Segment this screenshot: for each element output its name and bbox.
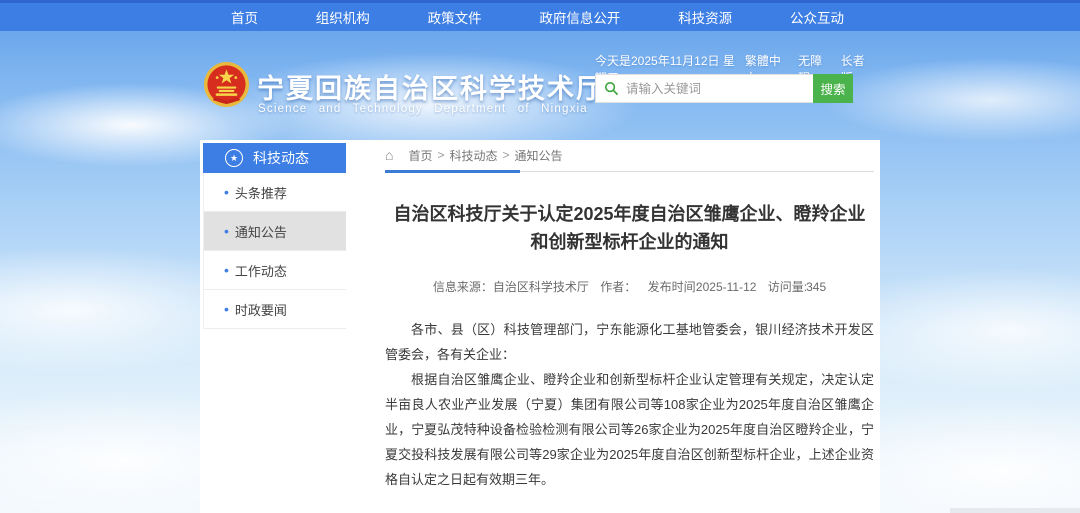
content-panel: ★ 科技动态 • 头条推荐 • 通知公告 • 工作动态: [200, 140, 880, 513]
sidebar-header: ★ 科技动态: [203, 143, 346, 173]
search-input[interactable]: [626, 82, 813, 96]
sidebar-menu: • 头条推荐 • 通知公告 • 工作动态 • 时政要闻: [203, 173, 346, 329]
breadcrumb-items: 首页 > 科技动态 > 通知公告: [398, 147, 562, 164]
article-title: 自治区科技厅关于认定2025年度自治区雏鹰企业、瞪羚企业 和创新型标杆企业的通知: [385, 200, 874, 256]
article-meta: 信息来源：自治区科学技术厅 作者： 发布时间:2025-11-12 访问量:34…: [385, 278, 874, 295]
breadcrumb-link[interactable]: 首页: [408, 147, 432, 164]
nav-item[interactable]: 首页: [225, 7, 264, 27]
sidebar: ★ 科技动态 • 头条推荐 • 通知公告 • 工作动态: [203, 143, 346, 329]
top-nav-bar: 首页 组织机构 政策文件 政府信息公开 科技资源 公众互动: [0, 3, 1080, 31]
sidebar-item-label: 头条推荐: [235, 183, 287, 202]
national-emblem-icon: [203, 61, 250, 108]
search-button[interactable]: 搜索: [813, 74, 853, 103]
national-emblem-logo: [203, 61, 250, 108]
article-paragraph: 各市、县（区）科技管理部门，宁东能源化工基地管委会，银川经济技术开发区管委会，各…: [385, 317, 874, 367]
sidebar-title: 科技动态: [253, 148, 309, 168]
site-title: 宁夏回族自治区科学技术厅: [257, 67, 605, 106]
nav-item[interactable]: 科技资源: [672, 7, 738, 27]
sidebar-item[interactable]: • 通知公告: [204, 212, 346, 251]
meta-author-label: 作者：: [600, 280, 636, 294]
search-icon: [604, 81, 619, 96]
main-column: ⌂ 首页 > 科技动态 > 通知公告: [385, 140, 874, 513]
footer-edge: [950, 508, 1080, 513]
sidebar-item-label: 通知公告: [235, 222, 287, 241]
bullet-icon: •: [224, 302, 229, 316]
meta-time-label: 发布时间:: [648, 280, 699, 294]
breadcrumb-divider-accent: [385, 170, 520, 173]
breadcrumb-segment: 首页: [398, 147, 432, 164]
search-box: 搜索: [595, 74, 853, 103]
home-icon: ⌂: [385, 147, 393, 163]
meta-time-value: 2025-11-12: [696, 280, 757, 294]
bullet-icon: •: [224, 263, 229, 277]
article-title-line2: 和创新型标杆企业的通知: [385, 228, 874, 256]
search-input-wrap: [595, 74, 813, 103]
sidebar-item[interactable]: • 头条推荐: [204, 173, 346, 212]
sidebar-item[interactable]: • 工作动态: [204, 251, 346, 290]
site-subtitle-en: Science and Technology Department of Nin…: [258, 103, 588, 115]
nav-items: 首页 组织机构 政策文件 政府信息公开 科技资源 公众互动: [225, 3, 850, 31]
breadcrumb-separator: >: [503, 148, 510, 162]
breadcrumb-link[interactable]: 通知公告: [515, 147, 563, 164]
meta-views-label: 访问量:: [768, 280, 807, 294]
bullet-icon: •: [224, 185, 229, 199]
nav-item[interactable]: 政策文件: [422, 7, 488, 27]
article-title-line1: 自治区科技厅关于认定2025年度自治区雏鹰企业、瞪羚企业: [385, 200, 874, 228]
article-paragraph: 根据自治区雏鹰企业、瞪羚企业和创新型标杆企业认定管理有关规定，决定认定半亩良人农…: [385, 367, 874, 492]
sidebar-item[interactable]: • 时政要闻: [204, 290, 346, 329]
meta-source-label: 信息来源：: [433, 280, 493, 294]
article-body: 各市、县（区）科技管理部门，宁东能源化工基地管委会，银川经济技术开发区管委会，各…: [385, 317, 874, 492]
nav-item[interactable]: 组织机构: [310, 7, 376, 27]
meta-views-value: 345: [806, 280, 826, 294]
breadcrumb-separator: >: [437, 148, 444, 162]
bullet-icon: •: [224, 224, 229, 238]
breadcrumb-divider: [385, 170, 874, 172]
nav-item[interactable]: 政府信息公开: [533, 7, 626, 27]
breadcrumb-segment: > 科技动态: [432, 147, 497, 164]
breadcrumb-segment: > 通知公告: [498, 147, 563, 164]
meta-source-value: 自治区科学技术厅: [493, 280, 589, 294]
breadcrumb: ⌂ 首页 > 科技动态 > 通知公告: [385, 140, 874, 170]
nav-item[interactable]: 公众互动: [784, 7, 850, 27]
sidebar-item-label: 时政要闻: [235, 300, 287, 319]
sidebar-item-label: 工作动态: [235, 261, 287, 280]
breadcrumb-link[interactable]: 科技动态: [450, 147, 498, 164]
star-circle-icon: ★: [225, 149, 243, 167]
